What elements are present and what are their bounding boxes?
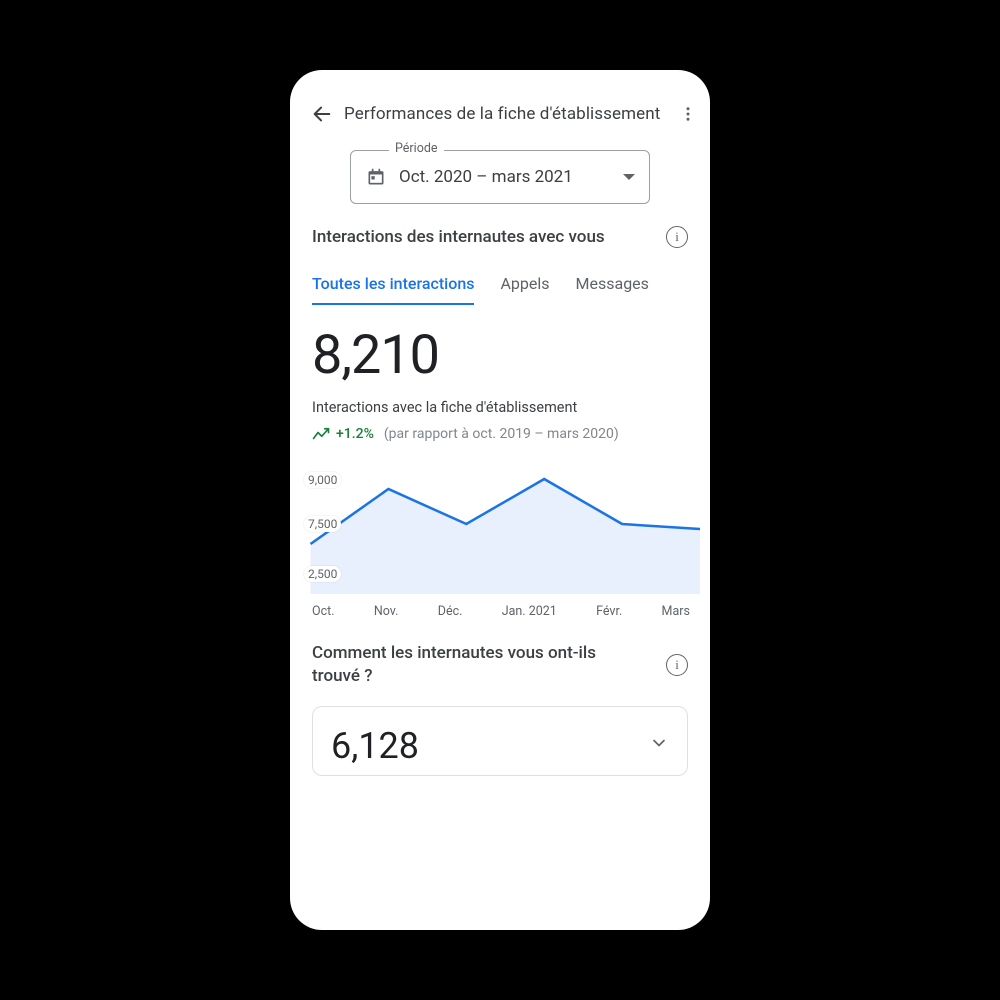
calendar-icon <box>365 166 387 188</box>
how-found-card[interactable]: 6,128 <box>312 706 688 776</box>
arrow-left-icon <box>311 103 333 125</box>
how-found-heading: Comment les internautes vous ont-ils tro… <box>312 642 612 688</box>
chart-area <box>311 479 701 594</box>
y-tick-9000: 9,000 <box>304 472 341 488</box>
interactions-total: 8,210 <box>312 324 688 387</box>
trend-row: +1.2% (par rapport à oct. 2019 – mars 20… <box>312 426 688 442</box>
tab-calls[interactable]: Appels <box>500 274 549 305</box>
period-value: Oct. 2020 – mars 2021 <box>399 167 623 187</box>
caret-down-icon <box>623 174 635 180</box>
trend-compare: (par rapport à oct. 2019 – mars 2020) <box>384 426 619 442</box>
tab-all-interactions[interactable]: Toutes les interactions <box>312 274 474 305</box>
x-tick: Févr. <box>596 604 622 619</box>
trend-up-icon <box>312 427 330 441</box>
interactions-subtitle: Interactions avec la fiche d'établisseme… <box>312 399 688 416</box>
app-bar: Performances de la fiche d'établissement <box>290 92 710 144</box>
y-tick-2500: 2,500 <box>304 566 341 582</box>
interactions-heading: Interactions des internautes avec vous <box>312 227 605 247</box>
phone-frame: Performances de la fiche d'établissement… <box>290 70 710 930</box>
period-container: Période Oct. 2020 – mars 2021 <box>290 144 710 226</box>
chevron-down-icon <box>649 733 669 757</box>
more-vert-icon <box>679 105 697 123</box>
info-icon[interactable]: i <box>666 226 688 248</box>
back-button[interactable] <box>308 100 336 128</box>
x-tick: Mars <box>662 604 690 619</box>
x-tick: Nov. <box>374 604 399 619</box>
page-title: Performances de la fiche d'établissement <box>336 104 678 124</box>
how-found-section: Comment les internautes vous ont-ils tro… <box>290 624 710 688</box>
interactions-chart: 9,000 7,500 2,500 Oct. Nov. Déc. Jan. 20… <box>290 464 700 624</box>
info-icon[interactable]: i <box>666 654 688 676</box>
interactions-section: Interactions des internautes avec vous i… <box>290 226 710 442</box>
period-label: Période <box>389 141 444 156</box>
period-selector[interactable]: Période Oct. 2020 – mars 2021 <box>350 150 650 204</box>
tabs: Toutes les interactions Appels Messages <box>312 274 688 306</box>
x-axis-labels: Oct. Nov. Déc. Jan. 2021 Févr. Mars <box>290 598 700 619</box>
x-tick: Jan. 2021 <box>502 604 557 619</box>
x-tick: Déc. <box>438 604 463 619</box>
tab-messages[interactable]: Messages <box>576 274 649 305</box>
y-tick-7500: 7,500 <box>304 516 341 532</box>
x-tick: Oct. <box>312 604 335 619</box>
trend-value: +1.2% <box>336 426 374 442</box>
more-menu-button[interactable] <box>678 100 698 128</box>
how-found-value: 6,128 <box>331 725 419 767</box>
